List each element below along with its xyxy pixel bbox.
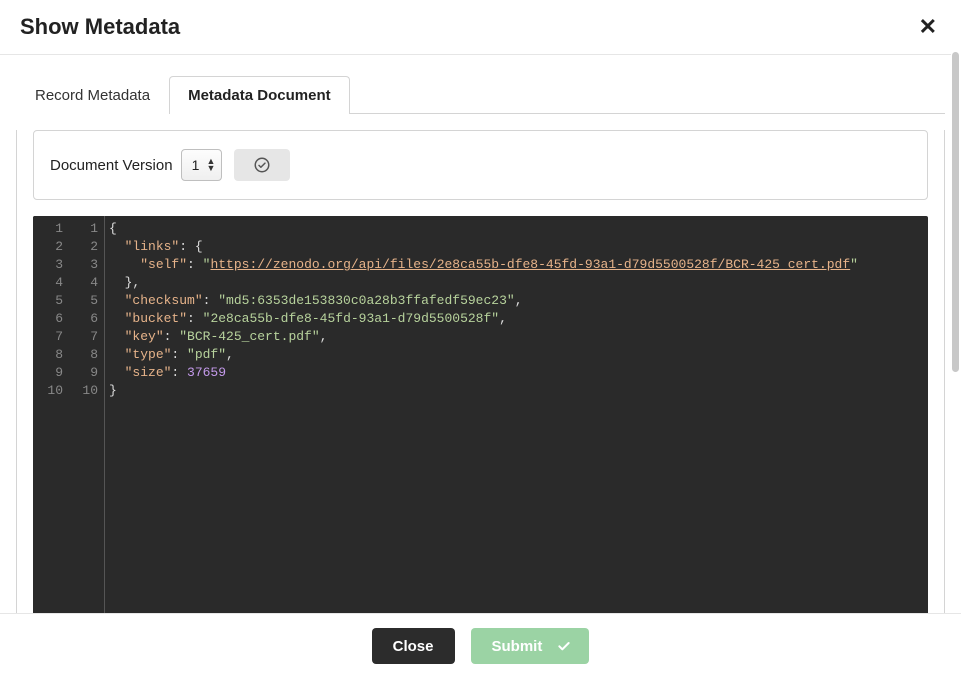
submit-button-label: Submit [492, 638, 543, 655]
modal-footer: Close Submit [0, 613, 961, 678]
gutter-right: 12345678910 [69, 216, 105, 613]
tab-metadata-document[interactable]: Metadata Document [169, 76, 350, 114]
scrollbar-thumb[interactable] [952, 52, 959, 372]
version-label: Document Version [50, 157, 173, 174]
code-content: { "links": { "self": "https://zenodo.org… [105, 216, 928, 613]
modal-title: Show Metadata [20, 14, 180, 40]
modal-body: Record Metadata Metadata Document Docume… [0, 55, 961, 613]
json-editor[interactable]: 12345678910 12345678910 { "links": { "se… [33, 216, 928, 613]
metadata-modal: Show Metadata ✕ Record Metadata Metadata… [0, 0, 961, 678]
version-bar: Document Version 1 ▲▼ [33, 130, 928, 200]
confirm-version-button[interactable] [234, 149, 290, 181]
scrollbar[interactable] [951, 52, 961, 612]
version-select-value: 1 [192, 157, 200, 173]
check-circle-icon [253, 156, 271, 174]
tab-record-metadata[interactable]: Record Metadata [16, 76, 169, 114]
tab-panel-document: Document Version 1 ▲▼ 12345678910 [16, 130, 945, 613]
close-icon[interactable]: ✕ [915, 12, 941, 42]
select-arrows-icon: ▲▼ [206, 158, 215, 172]
modal-header: Show Metadata ✕ [0, 0, 961, 55]
close-button[interactable]: Close [372, 628, 455, 664]
tabs: Record Metadata Metadata Document [16, 75, 945, 114]
gutter-left: 12345678910 [33, 216, 69, 613]
check-icon [556, 638, 572, 654]
submit-button[interactable]: Submit [471, 628, 590, 664]
version-select[interactable]: 1 ▲▼ [181, 149, 223, 181]
